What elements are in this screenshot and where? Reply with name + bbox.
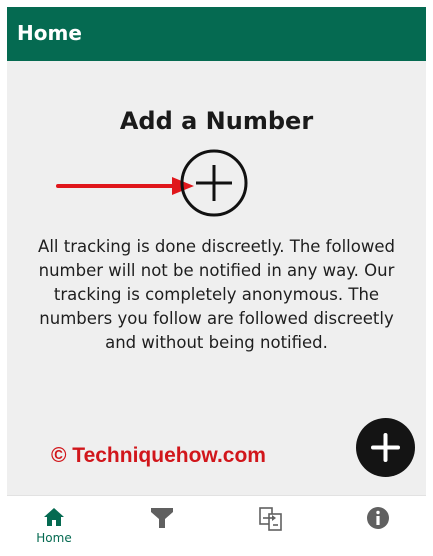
- nav-label-home: Home: [36, 531, 72, 545]
- plus-icon: [371, 433, 400, 462]
- red-arrow-annotation: [56, 177, 194, 195]
- nav-item-compare[interactable]: [225, 496, 315, 549]
- fab-add-button[interactable]: [356, 418, 415, 477]
- watermark: © Techniquehow.com: [51, 444, 266, 467]
- bottom-navigation: Home: [7, 495, 426, 549]
- nav-item-info[interactable]: [333, 496, 423, 549]
- page-title: Home: [17, 21, 82, 45]
- nav-item-filter[interactable]: [117, 496, 207, 549]
- home-icon: [44, 508, 64, 526]
- info-icon: [367, 507, 389, 529]
- tracking-description: All tracking is done discreetly. The fol…: [38, 237, 395, 352]
- filter-icon: [151, 508, 173, 528]
- plus-circle-icon: [180, 149, 248, 217]
- app-bar: Home: [7, 7, 426, 61]
- nav-item-home[interactable]: Home: [9, 496, 99, 549]
- compare-icon: [259, 507, 282, 531]
- add-number-heading: Add a Number: [119, 107, 314, 135]
- app-screen: Home Add a Number All tracking is done d…: [7, 7, 426, 549]
- add-number-button[interactable]: [180, 149, 248, 217]
